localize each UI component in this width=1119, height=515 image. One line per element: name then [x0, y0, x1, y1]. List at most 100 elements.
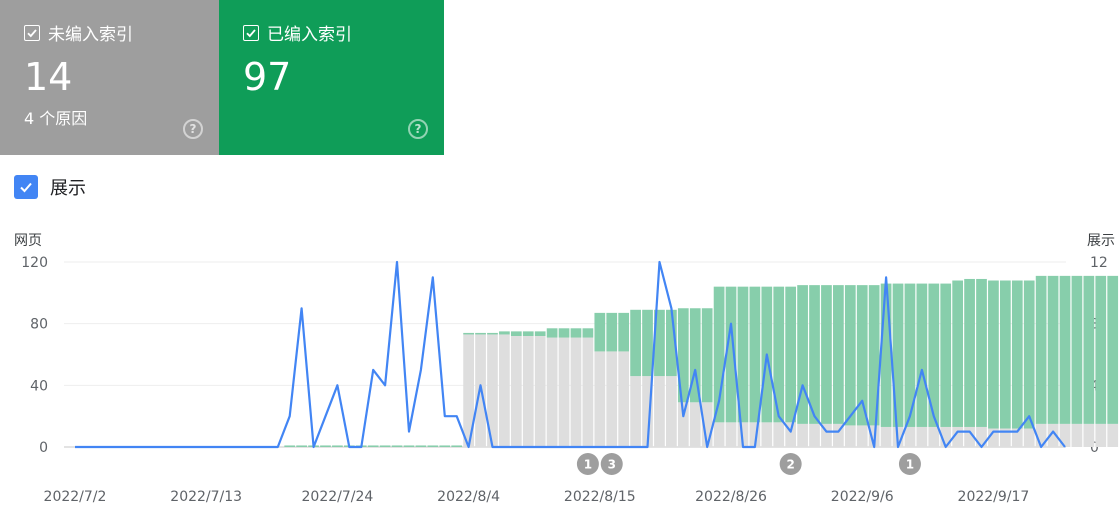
bar-not-indexed [928, 426, 940, 447]
bar-not-indexed [689, 402, 701, 447]
help-icon[interactable]: ? [408, 119, 428, 139]
impressions-label: 展示 [50, 178, 86, 199]
bar-indexed [403, 445, 415, 447]
bar-indexed [427, 445, 439, 447]
bar-indexed [785, 286, 797, 423]
bar-indexed [1071, 275, 1083, 424]
bar-indexed [821, 285, 832, 424]
bar-indexed [546, 328, 558, 338]
bar-indexed [534, 331, 546, 336]
annotation-marker[interactable]: 2 [779, 453, 802, 475]
bar-indexed [988, 280, 999, 429]
impressions-toggle[interactable]: 展示 [14, 174, 86, 200]
bar-indexed [332, 445, 343, 447]
bar-not-indexed [534, 336, 546, 447]
bar-indexed [451, 445, 463, 447]
bar-not-indexed [809, 423, 820, 447]
bar-not-indexed [844, 425, 856, 447]
bar-not-indexed [1095, 423, 1107, 447]
left-tick-label: 120 [21, 255, 48, 271]
right-tick-label: 12 [1090, 255, 1108, 271]
indexed-card[interactable]: 已编入索引 97 ? [219, 0, 444, 155]
bar-indexed [809, 285, 820, 424]
bar-indexed [558, 328, 570, 338]
impressions-line [75, 260, 1066, 449]
bar-not-indexed [713, 422, 725, 447]
x-tick-label: 2022/8/26 [695, 489, 767, 505]
bar-indexed [296, 445, 307, 447]
not-indexed-count: 14 [24, 55, 73, 99]
bar-indexed [499, 331, 510, 335]
annotation-marker-label: 1 [584, 458, 592, 472]
checkbox-checked-icon[interactable] [24, 24, 40, 41]
bar-not-indexed [904, 426, 916, 447]
not-indexed-header: 未编入索引 [24, 20, 195, 45]
left-tick-label: 80 [30, 317, 48, 333]
annotation-marker-label: 3 [608, 458, 616, 472]
bar-not-indexed [570, 337, 582, 447]
bar-indexed [844, 285, 856, 426]
bar-not-indexed [558, 337, 570, 447]
x-tick-label: 2022/7/2 [44, 489, 107, 505]
bar-indexed [522, 331, 534, 336]
bar-indexed [1035, 275, 1047, 424]
bar-indexed [618, 312, 630, 352]
annotation-marker[interactable]: 1 [898, 453, 921, 475]
bar-indexed [952, 280, 964, 427]
bar-not-indexed [666, 376, 677, 447]
left-tick-label: 40 [30, 378, 48, 394]
bar-not-indexed [916, 426, 928, 447]
bar-indexed [582, 328, 594, 338]
bar-not-indexed [522, 336, 534, 447]
bar-not-indexed [1023, 428, 1035, 447]
indexed-header: 已编入索引 [243, 20, 420, 45]
left-tick-label: 0 [39, 440, 48, 456]
bar-indexed [320, 445, 331, 447]
annotation-marker-label: 2 [786, 458, 794, 472]
bar-indexed [367, 445, 379, 447]
bar-not-indexed [976, 426, 987, 447]
x-tick-label: 2022/9/17 [958, 489, 1030, 505]
bar-indexed [284, 445, 296, 447]
not-indexed-card[interactable]: 未编入索引 14 4 个原因 ? [0, 0, 219, 155]
bar-indexed [940, 283, 952, 427]
index-chart: 网页 展示0 040 480 8120 121 3 2 12022/7/2 2022/7/13 20… [14, 233, 1119, 505]
bar-indexed [463, 332, 474, 335]
bar-not-indexed [856, 425, 868, 447]
bar-not-indexed [546, 337, 558, 447]
bar-indexed [642, 309, 653, 377]
bar-indexed [487, 332, 498, 335]
annotation-marker[interactable]: 1 [576, 453, 599, 475]
bar-not-indexed [510, 336, 522, 447]
checkbox-checked-icon[interactable] [243, 24, 259, 41]
bar-not-indexed [880, 426, 892, 447]
bar-not-indexed [618, 351, 630, 447]
help-icon[interactable]: ? [183, 119, 203, 139]
bar-indexed [1107, 275, 1119, 424]
bar-not-indexed [761, 422, 773, 447]
bar-indexed [976, 278, 987, 427]
x-tick-label: 2022/7/24 [302, 489, 374, 505]
bar-not-indexed [1107, 423, 1119, 447]
bar-indexed [833, 285, 844, 424]
annotation-marker-label: 1 [906, 458, 914, 472]
x-tick-label: 2022/8/4 [437, 489, 500, 505]
bar-not-indexed [797, 423, 808, 447]
indexed-label: 已编入索引 [267, 25, 352, 45]
bar-indexed [415, 445, 427, 447]
x-tick-label: 2022/9/6 [831, 489, 894, 505]
checkbox-checked-icon[interactable] [14, 175, 38, 199]
bar-indexed [630, 309, 641, 377]
indexed-count: 97 [243, 55, 292, 99]
bar-indexed [1083, 275, 1095, 424]
bar-not-indexed [594, 351, 606, 447]
bar-not-indexed [499, 334, 510, 447]
bar-indexed [391, 445, 403, 447]
bar-indexed [749, 286, 761, 423]
bar-indexed [1095, 275, 1107, 424]
bar-indexed [475, 332, 486, 335]
bar-not-indexed [773, 422, 785, 447]
x-tick-label: 2022/7/13 [170, 489, 242, 505]
annotation-marker[interactable]: 3 [600, 453, 623, 475]
bar-indexed [964, 278, 975, 427]
